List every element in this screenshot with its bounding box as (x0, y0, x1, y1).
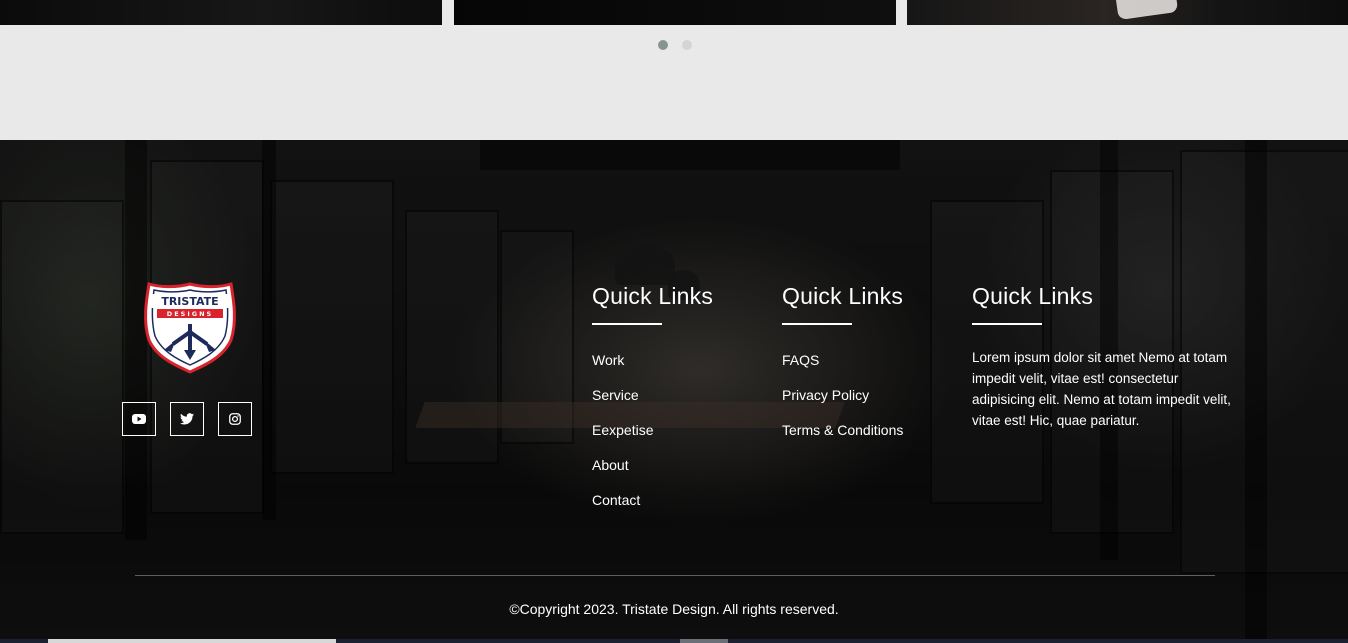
carousel-slides (0, 0, 1348, 25)
tristate-designs-logo[interactable]: TRISTATE DESIGNS (143, 282, 237, 374)
column-heading: Quick Links (592, 283, 714, 309)
carousel-slide-image[interactable] (454, 0, 896, 25)
heading-underline (782, 323, 852, 325)
scrollbar-marker (680, 639, 728, 643)
instagram-icon (229, 413, 241, 425)
footer-divider (135, 575, 1215, 576)
twitter-icon (180, 413, 194, 425)
footer-link-work[interactable]: Work (592, 352, 713, 368)
column-heading: Quick Links (972, 283, 1094, 309)
heading-underline (592, 323, 662, 325)
footer-link-service[interactable]: Service (592, 387, 713, 403)
footer-link-terms-conditions[interactable]: Terms & Conditions (782, 422, 903, 438)
footer-link-faqs[interactable]: FAQS (782, 352, 903, 368)
instagram-link[interactable] (218, 402, 252, 436)
bottom-scrollbar-strip (0, 639, 1348, 643)
column-heading: Quick Links (782, 283, 904, 309)
social-links (122, 402, 252, 436)
carousel-pagination (658, 40, 692, 50)
youtube-link[interactable] (122, 402, 156, 436)
footer-link-privacy-policy[interactable]: Privacy Policy (782, 387, 903, 403)
logo-sub-text: DESIGNS (167, 310, 213, 318)
carousel-slide-image[interactable] (0, 0, 442, 25)
footer-about-text: Lorem ipsum dolor sit amet Nemo at totam… (972, 350, 1231, 428)
footer-link-expertise[interactable]: Eexpetise (592, 422, 713, 438)
heading-underline (972, 323, 1042, 325)
twitter-link[interactable] (170, 402, 204, 436)
site-footer: TRISTATE DESIGNS Quick Links Work Servic… (0, 140, 1348, 643)
footer-link-about[interactable]: About (592, 457, 713, 473)
carousel-slide-image[interactable] (907, 0, 1348, 25)
horizontal-scrollbar-thumb[interactable] (48, 639, 336, 643)
youtube-icon (132, 414, 146, 424)
carousel-dot-2[interactable] (682, 40, 692, 50)
copyright-text: ©Copyright 2023. Tristate Design. All ri… (509, 601, 839, 617)
footer-link-contact[interactable]: Contact (592, 492, 713, 508)
logo-top-text: TRISTATE (161, 295, 218, 308)
footer-column-quick-links-1: Quick Links Work Service Eexpetise About… (592, 282, 713, 527)
footer-column-quick-links-3: Quick Links Lorem ipsum dolor sit amet N… (972, 282, 1232, 431)
footer-column-quick-links-2: Quick Links FAQS Privacy Policy Terms & … (782, 282, 903, 457)
carousel-dot-1[interactable] (658, 40, 668, 50)
